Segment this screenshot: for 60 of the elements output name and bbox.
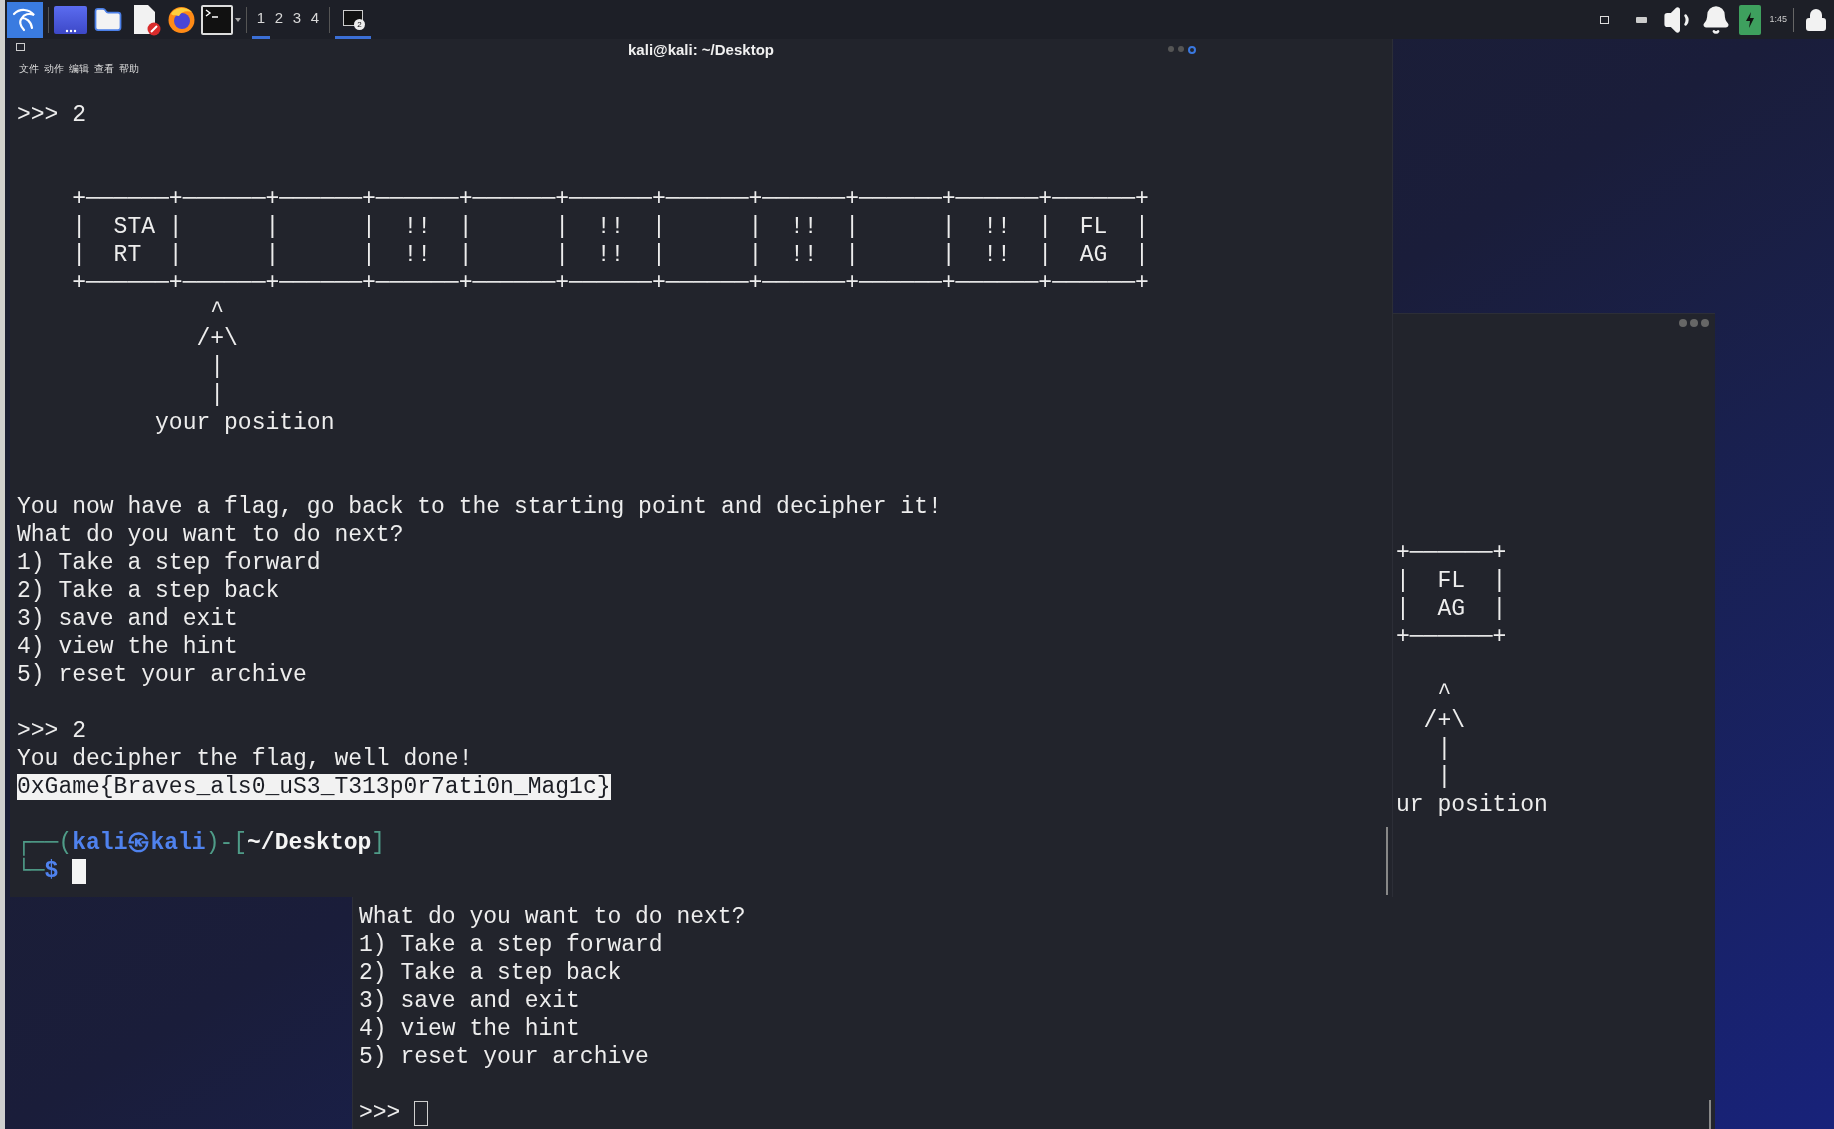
ascii-art-line: +──────+ [1396,623,1507,651]
terminal-line: You now have a flag, go back to the starting point and decipher it! [17,493,942,521]
ascii-art-line: | [1436,763,1452,791]
ascii-art-line: +──────+──────+──────+──────+──────+──────+──────+──────+──────+──────+──────+ [71,269,1149,297]
document-pencil-icon[interactable] [131,3,161,36]
ascii-art-line: /+\ [1422,707,1465,735]
terminal-line: 1) Take a step forward [359,931,663,959]
terminal-icon[interactable] [201,4,233,35]
prompt-symbol: >>> [359,1099,401,1127]
terminal-line: 5) reset your archive [17,661,307,689]
ascii-art-line: /+\ [195,325,238,353]
ascii-art-line: ^ [1436,679,1452,707]
ascii-art-line: | AG | [1396,595,1507,623]
menu-item[interactable]: 文件 [19,63,39,75]
keyboard-icon[interactable] [1636,16,1648,23]
ascii-art-line: +──────+ [1396,539,1507,567]
ascii-art-line: +──────+──────+──────+──────+──────+──────+──────+──────+──────+──────+──────+ [71,185,1149,213]
ascii-art-line: | [1436,735,1452,763]
menu-item[interactable]: 动作 [44,63,64,75]
ascii-art-line: | STA | | | !! | | !! | | !! | | !! | FL | [71,213,1149,241]
terminal-line: 4) view the hint [359,1015,580,1043]
menu-item[interactable]: 查看 [94,63,114,75]
caret-icon[interactable] [235,17,241,22]
ascii-art-line: | RT | | | !! | | !! | | !! | | !! | AG | [71,241,1149,269]
ascii-art-line: | [209,381,225,409]
terminal-line: your position [154,409,335,437]
terminal-line: 4) view the hint [17,633,238,661]
terminal-line: 1) Take a step forward [17,549,321,577]
menu-item[interactable]: 编辑 [69,63,89,75]
terminal-line: What do you want to do next? [17,521,404,549]
terminal-line: ur position [1396,791,1548,819]
terminal-line: 3) save and exit [17,605,238,633]
terminal-line: >>> 2 [17,101,86,129]
browser-icon[interactable] [166,4,197,35]
terminal-line: >>> 2 [17,717,86,745]
terminal-line: 5) reset your archive [359,1043,649,1071]
ascii-art-line: | [209,353,225,381]
ascii-art-line: | FL | [1396,567,1507,595]
lock-icon[interactable] [1804,7,1828,32]
workspace-button[interactable]: 3 [288,0,306,39]
dragon-icon[interactable] [7,1,43,38]
terminal-line: You decipher the flag, well done! [17,745,473,773]
workspace-button[interactable]: 2 [270,0,288,39]
terminal-icon [16,43,25,51]
terminal-line: 2) Take a step back [359,959,622,987]
prompt-symbol: └─$ [17,857,59,885]
selected-text: 0xGame{Braves_als0_uS3_T313p0r7ati0n_Mag1c} [17,774,611,800]
terminal-line: 3) save and exit [359,987,580,1015]
shell-prompt: ┌──(kali㉿kali)-[~/Desktop] [17,829,386,857]
menu-item[interactable]: 帮助 [119,63,139,75]
battery-icon[interactable] [1739,4,1762,35]
terminal-line: 2) Take a step back [17,577,280,605]
clock: 1:45 [1769,12,1787,26]
workspace-button[interactable]: 4 [306,0,324,39]
window-title: kali@kali: ~/Desktop [628,39,774,60]
terminal-line: What do you want to do next? [359,903,746,931]
ascii-art-line: ^ [209,297,225,325]
window-icon[interactable] [54,5,87,34]
count-badge: 2 [354,19,365,30]
display-icon[interactable] [1600,15,1610,24]
